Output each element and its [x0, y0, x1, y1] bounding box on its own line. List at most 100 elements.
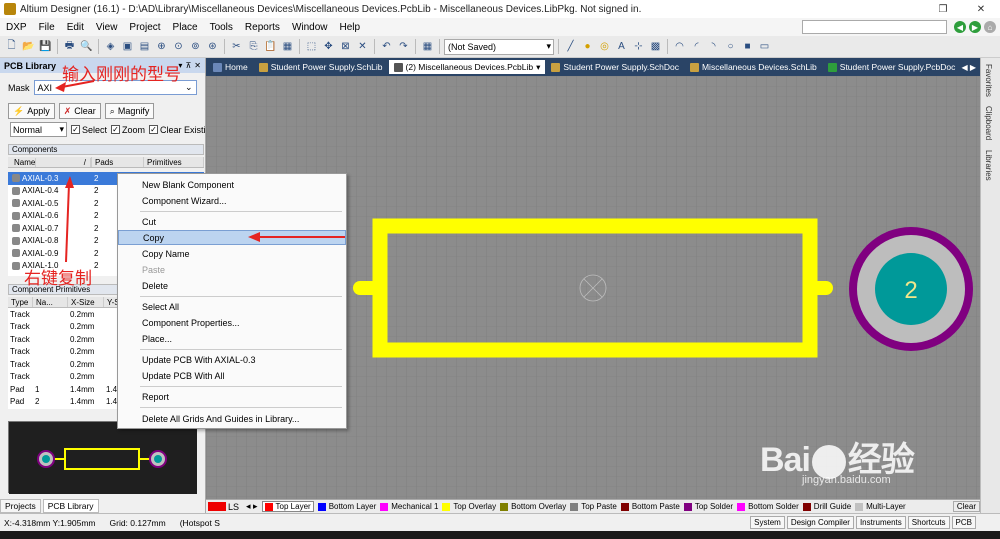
tab-clipboard[interactable]: Clipboard — [984, 106, 993, 140]
instruments-button[interactable]: Instruments — [855, 516, 906, 529]
menu-item-place[interactable]: Place... — [118, 331, 346, 346]
mode-select[interactable]: Normal ▾ — [10, 122, 67, 137]
open-folder-icon[interactable]: 📂 — [21, 39, 36, 54]
tab-libraries[interactable]: Libraries — [984, 150, 993, 181]
fill-icon[interactable]: ■ — [740, 39, 755, 54]
layer-tab-bottom-overlay[interactable]: Bottom Overlay — [500, 502, 566, 511]
place-coordinate-icon[interactable]: ⊹ — [631, 39, 646, 54]
menu-item-edit[interactable]: Edit — [61, 18, 90, 36]
zoom-fit-icon[interactable]: ⊕ — [154, 39, 169, 54]
tab-pcb-library[interactable]: PCB Library — [42, 499, 99, 513]
menu-item-update-pcb-axial[interactable]: Update PCB With AXIAL-0.3 — [118, 352, 346, 367]
menu-item-select-all[interactable]: Select All — [118, 299, 346, 314]
apply-button[interactable]: ⚡ Apply — [8, 103, 55, 119]
layer-tab-top-layer[interactable]: Top Layer — [261, 501, 314, 512]
column-header-primitives[interactable]: Primitives — [144, 157, 204, 167]
place-via-icon[interactable]: ◎ — [597, 39, 612, 54]
arc-any-icon[interactable]: ◝ — [706, 39, 721, 54]
menu-item-view[interactable]: View — [90, 18, 124, 36]
menu-item-place[interactable]: Place — [167, 18, 204, 36]
menu-item-help[interactable]: Help — [334, 18, 367, 36]
place-array-icon[interactable]: ▩ — [648, 39, 663, 54]
print-icon[interactable]: 🖶 — [62, 39, 77, 54]
doc-tab-schdoc[interactable]: Student Power Supply.SchDoc — [546, 60, 684, 74]
menu-item-file[interactable]: File — [33, 18, 61, 36]
column-header-pads[interactable]: Pads — [92, 157, 144, 167]
layer-tab-drill-guide[interactable]: Drill Guide — [802, 502, 851, 511]
deselect-icon[interactable]: ⊠ — [338, 39, 353, 54]
menu-item-copy-name[interactable]: Copy Name — [118, 246, 346, 261]
variant-dropdown[interactable]: (Not Saved) ▾ — [444, 38, 554, 55]
clear-mask-button[interactable]: Clear — [952, 501, 980, 512]
column-header-name[interactable]: Name / — [8, 157, 92, 167]
select-area-icon[interactable]: ⬚ — [304, 39, 319, 54]
column-header-xsize[interactable]: X-Size — [68, 297, 104, 307]
paste-icon[interactable]: 📋 — [263, 39, 278, 54]
select-checkbox[interactable]: ✓ Select — [71, 125, 107, 135]
close-icon[interactable]: ✕ — [194, 61, 201, 70]
layer-set-button[interactable]: LS — [208, 502, 242, 512]
clear-existing-checkbox[interactable]: ✓ Clear Existin — [149, 125, 211, 135]
restore-icon[interactable]: ❐ — [924, 0, 962, 18]
doc-tab-misc-schlib[interactable]: Miscellaneous Devices.SchLib — [685, 60, 822, 74]
place-pad-icon[interactable]: ● — [580, 39, 595, 54]
menu-item-report[interactable]: Report — [118, 389, 346, 404]
doc-tab-pcblib[interactable]: (2) Miscellaneous Devices.PcbLib ▾ — [388, 60, 546, 74]
menu-item-window[interactable]: Window — [286, 18, 334, 36]
close-icon[interactable]: ✕ — [962, 0, 1000, 18]
arc-center-icon[interactable]: ◠ — [672, 39, 687, 54]
menu-item-project[interactable]: Project — [123, 18, 166, 36]
column-header-type[interactable]: Type — [8, 297, 33, 307]
layer-tab-mechanical-1[interactable]: Mechanical 1 — [380, 502, 438, 511]
menu-item-cut[interactable]: Cut — [118, 214, 346, 229]
layer-tab-top-solder[interactable]: Top Solder — [683, 502, 733, 511]
menu-item-dxp[interactable]: DXP — [0, 18, 33, 36]
menu-item-tools[interactable]: Tools — [204, 18, 239, 36]
menu-item-delete-grids-guides[interactable]: Delete All Grids And Guides in Library..… — [118, 411, 346, 426]
shortcuts-button[interactable]: Shortcuts — [907, 516, 950, 529]
place-string-icon[interactable]: A — [614, 39, 629, 54]
menu-item-delete[interactable]: Delete — [118, 278, 346, 293]
forward-icon[interactable]: ▶ — [969, 21, 981, 33]
clear-button[interactable]: ✗ Clear — [58, 103, 101, 119]
layer-tab-bottom-layer[interactable]: Bottom Layer — [317, 502, 376, 511]
cut-icon[interactable]: ✂ — [229, 39, 244, 54]
magnify-button[interactable]: ⌕ Magnify — [104, 103, 155, 119]
undo-icon[interactable]: ↶ — [379, 39, 394, 54]
layer-tab-multi-layer[interactable]: Multi-Layer — [855, 502, 906, 511]
zoom-select-icon[interactable]: ⊚ — [188, 39, 203, 54]
doc-tab-home[interactable]: Home — [208, 60, 253, 74]
arc-edge-icon[interactable]: ◜ — [689, 39, 704, 54]
redo-icon[interactable]: ↷ — [396, 39, 411, 54]
back-icon[interactable]: ◀ — [954, 21, 966, 33]
component-icon[interactable]: ▤ — [137, 39, 152, 54]
rubber-stamp-icon[interactable]: ▦ — [280, 39, 295, 54]
board-icon[interactable]: ▣ — [120, 39, 135, 54]
system-button[interactable]: System — [750, 516, 785, 529]
cross-probe-icon[interactable]: ✕ — [355, 39, 370, 54]
menu-item-component-wizard[interactable]: Component Wizard... — [118, 193, 346, 208]
doc-tab-schlib[interactable]: Student Power Supply.SchLib — [254, 60, 388, 74]
menu-item-component-properties[interactable]: Component Properties... — [118, 315, 346, 330]
place-line-icon[interactable]: ╱ — [563, 39, 578, 54]
layer-tab-bottom-solder[interactable]: Bottom Solder — [737, 502, 799, 511]
home-icon[interactable]: ⌂ — [984, 21, 996, 33]
layer-tab-bottom-paste[interactable]: Bottom Paste — [620, 502, 680, 511]
layer-tab-top-paste[interactable]: Top Paste — [570, 502, 617, 511]
new-file-icon[interactable]: 🗋 — [4, 39, 19, 54]
layer-stack-icon[interactable]: ◈ — [103, 39, 118, 54]
print-preview-icon[interactable]: 🔍 — [79, 39, 94, 54]
doc-tab-pcbdoc[interactable]: Student Power Supply.PcbDoc — [823, 60, 961, 74]
component-preview[interactable] — [8, 421, 197, 494]
menu-item-new-blank-component[interactable]: New Blank Component — [118, 177, 346, 192]
zoom-area-icon[interactable]: ⊙ — [171, 39, 186, 54]
menu-item-paste[interactable]: Paste — [118, 262, 346, 277]
design-compiler-button[interactable]: Design Compiler — [786, 516, 854, 529]
zoom-checkbox[interactable]: ✓ Zoom — [111, 125, 145, 135]
full-circle-icon[interactable]: ○ — [723, 39, 738, 54]
address-field[interactable] — [802, 20, 947, 34]
grid-icon[interactable]: ▦ — [420, 39, 435, 54]
column-header-primitive-name[interactable]: Na... — [33, 297, 68, 307]
zoom-component-icon[interactable]: ⊛ — [205, 39, 220, 54]
region-icon[interactable]: ▭ — [757, 39, 772, 54]
